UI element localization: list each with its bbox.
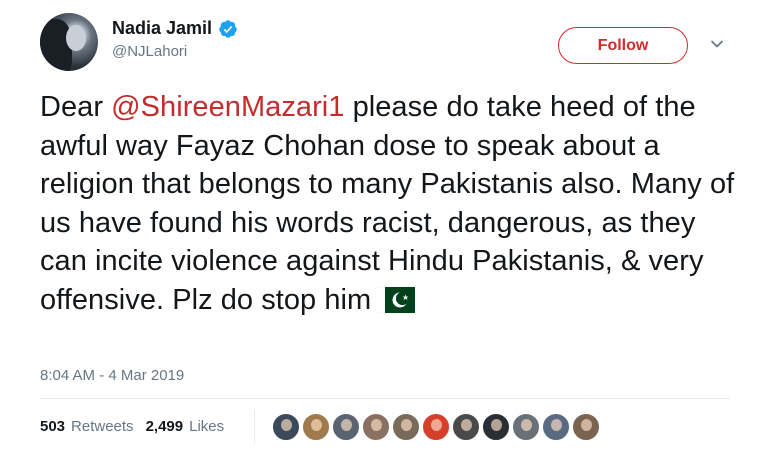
liker-avatar[interactable]	[572, 413, 600, 441]
divider	[40, 398, 730, 399]
tweet-header: Nadia Jamil @NJLahori Follow	[40, 13, 740, 73]
liker-avatar[interactable]	[272, 413, 300, 441]
tweet-text: Dear @ShireenMazari1 please do take heed…	[40, 88, 740, 319]
author-handle[interactable]: @NJLahori	[112, 43, 238, 60]
author-display-name[interactable]: Nadia Jamil	[112, 18, 212, 39]
tweet-text-before: Dear	[40, 91, 112, 123]
retweets-stat[interactable]: 503 Retweets	[40, 418, 134, 435]
liker-avatar[interactable]	[392, 413, 420, 441]
author-display-name-row[interactable]: Nadia Jamil	[112, 18, 238, 39]
avatar-face	[66, 25, 86, 51]
liker-avatar[interactable]	[302, 413, 330, 441]
liker-avatars	[272, 413, 602, 441]
liker-avatar[interactable]	[482, 413, 510, 441]
liker-avatar[interactable]	[512, 413, 540, 441]
tweet-stats: 503 Retweets 2,499 Likes	[40, 418, 236, 435]
liker-avatar[interactable]	[542, 413, 570, 441]
verified-badge-icon	[219, 19, 237, 38]
follow-button[interactable]: Follow	[558, 27, 688, 64]
tweet-timestamp[interactable]: 8:04 AM - 4 Mar 2019	[40, 367, 184, 384]
pakistan-flag-icon	[375, 286, 416, 313]
liker-avatar[interactable]	[452, 413, 480, 441]
tweet-text-after: please do take heed of the awful way Fay…	[40, 91, 735, 316]
author-name-block: Nadia Jamil @NJLahori	[112, 18, 238, 60]
liker-avatar[interactable]	[422, 413, 450, 441]
likes-stat[interactable]: 2,499 Likes	[146, 418, 225, 435]
stats-separator	[254, 410, 255, 444]
likes-label: Likes	[189, 418, 225, 435]
retweets-count: 503	[40, 418, 66, 435]
mention-link[interactable]: @ShireenMazari1	[111, 91, 344, 123]
retweets-label: Retweets	[71, 418, 134, 435]
likes-count: 2,499	[145, 418, 184, 435]
author-avatar[interactable]	[40, 13, 98, 71]
chevron-down-icon[interactable]	[709, 36, 725, 52]
liker-avatar[interactable]	[362, 413, 390, 441]
liker-avatar[interactable]	[332, 413, 360, 441]
